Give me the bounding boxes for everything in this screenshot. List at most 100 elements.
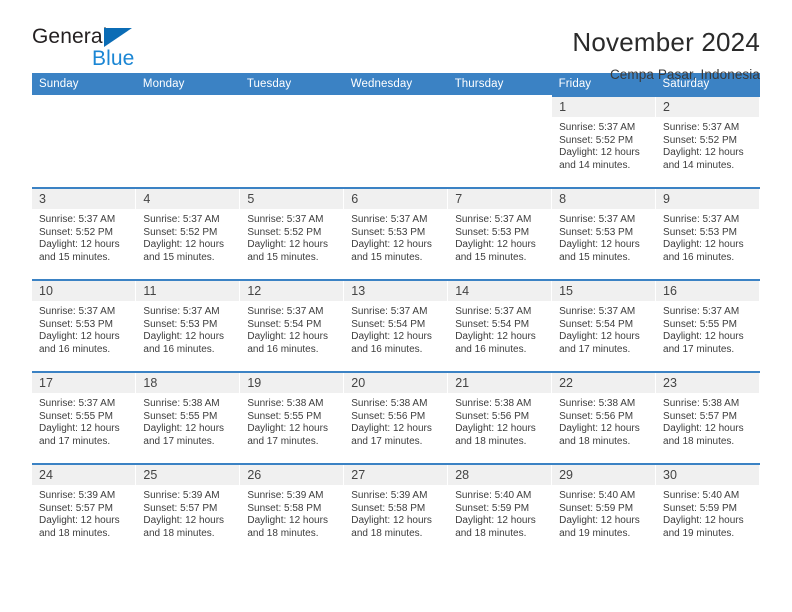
day-number: 20	[344, 373, 448, 393]
calendar-day-cell[interactable]: 28 Sunrise: 5:40 AM Sunset: 5:59 PM Dayligh…	[447, 463, 553, 555]
daylight-text-line1: Daylight: 12 hours	[455, 515, 536, 527]
calendar-day-cell[interactable]: 29 Sunrise: 5:40 AM Sunset: 5:59 PM Dayligh…	[551, 463, 657, 555]
calendar-day-cell[interactable]: 15 Sunrise: 5:37 AM Sunset: 5:54 PM Dayligh…	[551, 279, 657, 372]
calendar-day-cell[interactable]: 16 Sunrise: 5:37 AM Sunset: 5:55 PM Dayligh…	[655, 279, 760, 372]
sunset-text: Sunset: 5:52 PM	[247, 226, 322, 238]
calendar-day-cell[interactable]: 26 Sunrise: 5:39 AM Sunset: 5:58 PM Dayligh…	[239, 463, 345, 555]
day-details: Sunrise: 5:37 AM Sunset: 5:53 PM Daylight:…	[32, 301, 135, 356]
day-number: 10	[32, 281, 136, 301]
calendar-day-cell[interactable]: 9 Sunrise: 5:37 AM Sunset: 5:53 PM Daylight…	[655, 187, 760, 280]
calendar-day-cell[interactable]: 6 Sunrise: 5:37 AM Sunset: 5:53 PM Daylight…	[343, 187, 449, 280]
daylight-text-line1: Daylight: 12 hours	[663, 331, 744, 343]
daylight-text-line1: Daylight: 12 hours	[351, 423, 432, 435]
calendar-body: 1 Sunrise: 5:37 AM Sunset: 5:52 PM Daylight…	[32, 95, 760, 555]
day-details: Sunrise: 5:37 AM Sunset: 5:53 PM Daylight:…	[136, 301, 239, 356]
daylight-text-line1: Daylight: 12 hours	[351, 239, 432, 251]
calendar-day-cell[interactable]: 2 Sunrise: 5:37 AM Sunset: 5:52 PM Daylight…	[655, 95, 760, 188]
day-details: Sunrise: 5:40 AM Sunset: 5:59 PM Daylight:…	[448, 485, 551, 540]
daylight-text-line2: and 17 minutes.	[351, 435, 423, 447]
sunset-text: Sunset: 5:59 PM	[455, 502, 530, 514]
day-number: 13	[344, 281, 448, 301]
day-details: Sunrise: 5:37 AM Sunset: 5:54 PM Daylight:…	[240, 301, 343, 356]
calendar-day-cell[interactable]: 4 Sunrise: 5:37 AM Sunset: 5:52 PM Daylight…	[135, 187, 241, 280]
calendar-day-cell[interactable]: 14 Sunrise: 5:37 AM Sunset: 5:54 PM Dayligh…	[447, 279, 553, 372]
calendar-day-cell[interactable]: 5 Sunrise: 5:37 AM Sunset: 5:52 PM Daylight…	[239, 187, 345, 280]
calendar-day-cell[interactable]: 13 Sunrise: 5:37 AM Sunset: 5:54 PM Dayligh…	[343, 279, 449, 372]
calendar-day-cell[interactable]: 25 Sunrise: 5:39 AM Sunset: 5:57 PM Dayligh…	[135, 463, 241, 555]
sunset-text: Sunset: 5:56 PM	[559, 410, 634, 422]
calendar-day-cell[interactable]: 27 Sunrise: 5:39 AM Sunset: 5:58 PM Dayligh…	[343, 463, 449, 555]
daylight-text-line2: and 18 minutes.	[559, 435, 631, 447]
day-number: 16	[656, 281, 759, 301]
day-details: Sunrise: 5:37 AM Sunset: 5:54 PM Daylight:…	[448, 301, 551, 356]
calendar-day-cell[interactable]: 22 Sunrise: 5:38 AM Sunset: 5:56 PM Dayligh…	[551, 371, 657, 464]
day-details: Sunrise: 5:37 AM Sunset: 5:52 PM Daylight:…	[32, 209, 135, 264]
daylight-text-line1: Daylight: 12 hours	[39, 331, 120, 343]
calendar-day-cell[interactable]: 3 Sunrise: 5:37 AM Sunset: 5:52 PM Daylight…	[32, 187, 137, 280]
sunset-text: Sunset: 5:58 PM	[351, 502, 426, 514]
calendar-day-cell[interactable]: 17 Sunrise: 5:37 AM Sunset: 5:55 PM Dayligh…	[32, 371, 137, 464]
sunrise-text: Sunrise: 5:37 AM	[455, 306, 532, 317]
sunset-text: Sunset: 5:53 PM	[351, 226, 426, 238]
general-blue-logo[interactable]: General Blue	[32, 26, 152, 74]
day-number: 2	[656, 97, 759, 117]
calendar-day-cell[interactable]: 7 Sunrise: 5:37 AM Sunset: 5:53 PM Daylight…	[447, 187, 553, 280]
sunrise-text: Sunrise: 5:37 AM	[351, 306, 428, 317]
calendar-day-cell[interactable]: 20 Sunrise: 5:38 AM Sunset: 5:56 PM Dayligh…	[343, 371, 449, 464]
day-number: 14	[448, 281, 552, 301]
calendar-day-cell[interactable]: 19 Sunrise: 5:38 AM Sunset: 5:55 PM Dayligh…	[239, 371, 345, 464]
sunset-text: Sunset: 5:53 PM	[663, 226, 737, 238]
sunrise-text: Sunrise: 5:39 AM	[143, 490, 220, 501]
daylight-text-line1: Daylight: 12 hours	[663, 423, 744, 435]
calendar-page: General Blue November 2024 Cempa Pasar, …	[0, 0, 792, 612]
day-details: Sunrise: 5:37 AM Sunset: 5:53 PM Daylight:…	[344, 209, 447, 264]
daylight-text-line2: and 15 minutes.	[143, 251, 215, 263]
daylight-text-line1: Daylight: 12 hours	[663, 239, 744, 251]
daylight-text-line2: and 15 minutes.	[455, 251, 527, 263]
sunrise-text: Sunrise: 5:37 AM	[39, 398, 116, 409]
calendar-day-cell[interactable]: 21 Sunrise: 5:38 AM Sunset: 5:56 PM Dayligh…	[447, 371, 553, 464]
day-details: Sunrise: 5:38 AM Sunset: 5:55 PM Daylight:…	[240, 393, 343, 448]
day-number: 5	[240, 189, 344, 209]
daylight-text-line1: Daylight: 12 hours	[559, 147, 640, 159]
daylight-text-line1: Daylight: 12 hours	[143, 423, 225, 435]
daylight-text-line2: and 15 minutes.	[559, 251, 631, 263]
daylight-text-line1: Daylight: 12 hours	[559, 239, 640, 251]
calendar-day-cell[interactable]: 30 Sunrise: 5:40 AM Sunset: 5:59 PM Dayligh…	[655, 463, 760, 555]
calendar-day-cell[interactable]: 24 Sunrise: 5:39 AM Sunset: 5:57 PM Dayligh…	[32, 463, 137, 555]
day-number: 9	[656, 189, 759, 209]
calendar-week-row: 3 Sunrise: 5:37 AM Sunset: 5:52 PM Daylight…	[32, 187, 760, 280]
calendar-grid: Sunday Monday Tuesday Wednesday Thursday…	[32, 73, 760, 555]
calendar-day-cell[interactable]: 10 Sunrise: 5:37 AM Sunset: 5:53 PM Dayligh…	[32, 279, 137, 372]
calendar-day-cell[interactable]: 8 Sunrise: 5:37 AM Sunset: 5:53 PM Daylight…	[551, 187, 657, 280]
sunrise-text: Sunrise: 5:38 AM	[455, 398, 532, 409]
day-number: 3	[32, 189, 136, 209]
daylight-text-line2: and 18 minutes.	[39, 527, 111, 539]
logo-text-general: General	[32, 25, 108, 48]
calendar-day-cell[interactable]: 1 Sunrise: 5:37 AM Sunset: 5:52 PM Daylight…	[551, 95, 657, 188]
day-number: 7	[448, 189, 552, 209]
day-details: Sunrise: 5:40 AM Sunset: 5:59 PM Daylight:…	[656, 485, 759, 540]
daylight-text-line1: Daylight: 12 hours	[247, 515, 328, 527]
calendar-day-cell[interactable]: 11 Sunrise: 5:37 AM Sunset: 5:53 PM Dayligh…	[135, 279, 241, 372]
calendar-day-cell[interactable]: 23 Sunrise: 5:38 AM Sunset: 5:57 PM Dayligh…	[655, 371, 760, 464]
sunrise-text: Sunrise: 5:37 AM	[143, 214, 220, 225]
page-title: November 2024	[572, 27, 760, 57]
daylight-text-line2: and 18 minutes.	[663, 435, 735, 447]
daylight-text-line2: and 17 minutes.	[663, 343, 735, 355]
calendar-day-cell[interactable]: 12 Sunrise: 5:37 AM Sunset: 5:54 PM Dayligh…	[239, 279, 345, 372]
daylight-text-line2: and 16 minutes.	[247, 343, 319, 355]
sunset-text: Sunset: 5:57 PM	[663, 410, 737, 422]
daylight-text-line2: and 16 minutes.	[455, 343, 527, 355]
daylight-text-line2: and 16 minutes.	[663, 251, 735, 263]
weekday-header-thursday: Thursday	[447, 73, 552, 96]
weekday-header-tuesday: Tuesday	[239, 73, 344, 96]
daylight-text-line1: Daylight: 12 hours	[247, 331, 328, 343]
weekday-header-sunday: Sunday	[32, 73, 136, 96]
daylight-text-line2: and 19 minutes.	[559, 527, 631, 539]
day-number: 12	[240, 281, 344, 301]
day-number: 11	[136, 281, 240, 301]
day-details: Sunrise: 5:38 AM Sunset: 5:56 PM Daylight:…	[552, 393, 655, 448]
calendar-day-cell[interactable]: 18 Sunrise: 5:38 AM Sunset: 5:55 PM Dayligh…	[135, 371, 241, 464]
day-details: Sunrise: 5:37 AM Sunset: 5:52 PM Daylight:…	[136, 209, 239, 264]
